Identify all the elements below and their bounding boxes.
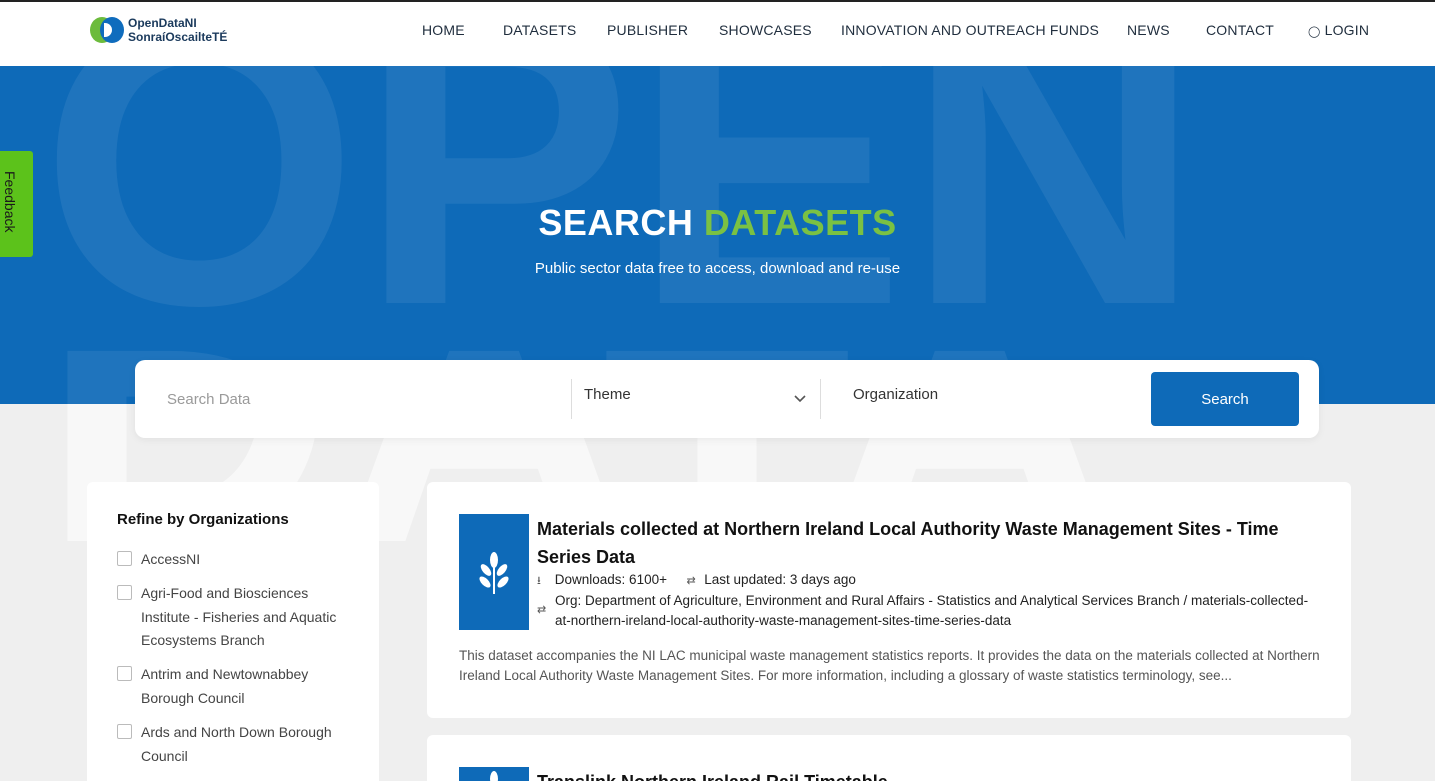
login-label: LOGIN bbox=[1324, 22, 1370, 38]
search-input[interactable] bbox=[155, 380, 565, 418]
nav-innovation-funds[interactable]: INNOVATION AND OUTREACH FUNDS bbox=[841, 22, 1099, 38]
checkbox[interactable] bbox=[117, 551, 132, 566]
filter-heading: Refine by Organizations bbox=[117, 511, 289, 528]
page-title: SEARCH DATASETS bbox=[0, 202, 1435, 244]
checkbox[interactable] bbox=[117, 666, 132, 681]
search-button[interactable]: Search bbox=[1151, 372, 1299, 426]
nav-news[interactable]: NEWS bbox=[1127, 22, 1170, 38]
filter-label: AccessNI bbox=[141, 551, 201, 567]
chevron-down-icon[interactable] bbox=[792, 390, 808, 406]
organization-select[interactable]: Organization bbox=[853, 386, 938, 403]
organization-filter-panel: Refine by Organizations AccessNI Agri-Fo… bbox=[87, 482, 379, 781]
theme-select[interactable]: Theme bbox=[584, 386, 631, 403]
page-subtitle: Public sector data free to access, downl… bbox=[534, 260, 901, 277]
org-icon: ⇄ bbox=[537, 604, 547, 616]
filter-label: Antrim and Newtownabbey Borough Council bbox=[141, 666, 309, 706]
update-icon: ⇄ bbox=[686, 575, 696, 587]
feedback-tab[interactable]: Feedback bbox=[0, 151, 33, 257]
checkbox[interactable] bbox=[117, 585, 132, 600]
dataset-description: This dataset accompanies the NI LAC muni… bbox=[459, 648, 1320, 683]
site-header: OpenDataNI SonraíOscailteTÉ HOME DATASET… bbox=[0, 0, 1435, 66]
divider bbox=[820, 379, 821, 419]
last-updated: Last updated: 3 days ago bbox=[704, 572, 856, 587]
search-panel: Theme Organization Search bbox=[135, 360, 1319, 438]
dataset-title[interactable]: Translink Northern Ireland Rail Timetabl… bbox=[537, 768, 1317, 781]
downloads-count: Downloads: 6100+ bbox=[554, 572, 667, 587]
download-icon: ⭳ bbox=[537, 575, 541, 587]
user-icon: ◯ bbox=[1308, 26, 1321, 38]
filter-label: Ards and North Down Borough Council bbox=[141, 724, 332, 764]
nav-contact[interactable]: CONTACT bbox=[1206, 22, 1274, 38]
checkbox[interactable] bbox=[117, 724, 132, 739]
dataset-thumbnail bbox=[459, 514, 529, 630]
plant-icon bbox=[479, 552, 509, 594]
dataset-card: Materials collected at Northern Ireland … bbox=[427, 482, 1351, 718]
plant-icon bbox=[490, 771, 498, 781]
nav-datasets[interactable]: DATASETS bbox=[503, 22, 576, 38]
divider bbox=[571, 379, 572, 419]
title-white: SEARCH bbox=[538, 202, 694, 243]
main-nav: HOME DATASETS PUBLISHER SHOWCASES INNOVA… bbox=[0, 22, 1435, 46]
dataset-meta: ⭳ Downloads: 6100+ ⇄ Last updated: 3 day… bbox=[537, 572, 856, 591]
nav-login[interactable]: ◯ LOGIN bbox=[1308, 22, 1369, 38]
filter-label: Agri-Food and Biosciences Institute - Fi… bbox=[141, 585, 337, 648]
nav-showcases[interactable]: SHOWCASES bbox=[719, 22, 812, 38]
nav-publisher[interactable]: PUBLISHER bbox=[607, 22, 688, 38]
dataset-card: Translink Northern Ireland Rail Timetabl… bbox=[427, 735, 1351, 781]
dataset-thumbnail bbox=[459, 767, 529, 781]
feedback-label: Feedback bbox=[2, 171, 18, 233]
nav-home[interactable]: HOME bbox=[422, 22, 465, 38]
dataset-title[interactable]: Materials collected at Northern Ireland … bbox=[537, 515, 1317, 571]
hero-banner: OPENDATA SEARCH DATASETS Public sector d… bbox=[0, 66, 1435, 404]
dataset-org: Org: Department of Agriculture, Environm… bbox=[555, 593, 1309, 628]
title-green: DATASETS bbox=[703, 202, 897, 243]
